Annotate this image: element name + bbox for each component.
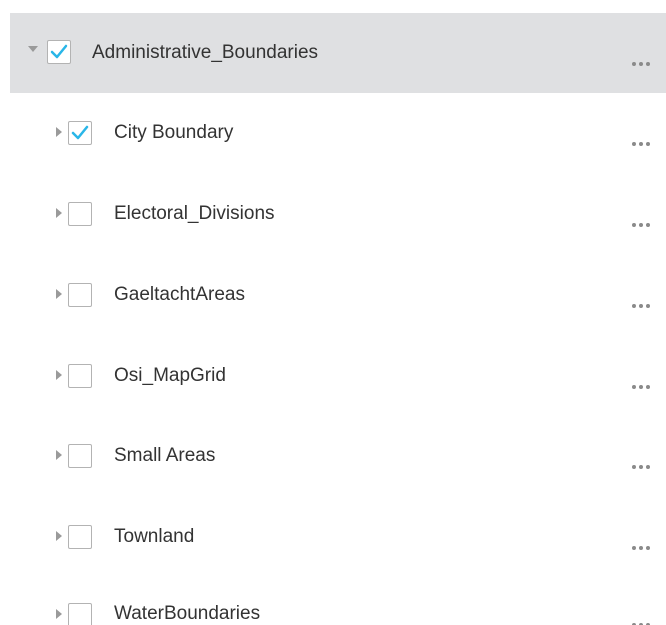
group-checkbox[interactable] [47, 40, 71, 64]
more-options-icon[interactable] [632, 619, 666, 625]
more-options-icon[interactable] [632, 381, 666, 393]
layer-checkbox-city-boundary[interactable] [68, 121, 92, 145]
more-options-icon[interactable] [632, 138, 666, 150]
more-options-icon[interactable] [632, 300, 666, 312]
layer-list: Administrative_Boundaries City Boundary … [0, 0, 666, 625]
layer-label-water-boundaries: WaterBoundaries [114, 603, 261, 624]
layer-label-city-boundary: City Boundary [114, 122, 234, 143]
chevron-right-icon[interactable] [56, 127, 62, 137]
chevron-right-icon[interactable] [56, 609, 62, 619]
layer-label-small-areas: Small Areas [114, 445, 216, 466]
layer-checkbox-gaeltacht-areas[interactable] [68, 283, 92, 307]
more-options-icon[interactable] [632, 219, 666, 231]
chevron-right-icon[interactable] [56, 450, 62, 460]
layer-checkbox-electoral-divisions[interactable] [68, 202, 92, 226]
layer-checkbox-osi-mapgrid[interactable] [68, 364, 92, 388]
layer-label-gaeltacht-areas: GaeltachtAreas [114, 284, 245, 305]
more-options-icon[interactable] [632, 58, 666, 70]
more-options-icon[interactable] [632, 542, 666, 554]
layer-label-osi-mapgrid: Osi_MapGrid [114, 365, 226, 386]
chevron-right-icon[interactable] [56, 208, 62, 218]
chevron-right-icon[interactable] [56, 289, 62, 299]
more-options-icon[interactable] [632, 461, 666, 473]
chevron-down-icon[interactable] [28, 46, 38, 52]
layer-checkbox-small-areas[interactable] [68, 444, 92, 468]
chevron-right-icon[interactable] [56, 370, 62, 380]
layer-checkbox-water-boundaries[interactable] [68, 603, 92, 625]
group-label: Administrative_Boundaries [92, 42, 319, 63]
layer-label-electoral-divisions: Electoral_Divisions [114, 203, 275, 224]
checkmark-icon [71, 125, 89, 140]
checkmark-icon [50, 44, 68, 59]
layer-checkbox-townland[interactable] [68, 525, 92, 549]
chevron-right-icon[interactable] [56, 531, 62, 541]
layer-label-townland: Townland [114, 526, 195, 547]
